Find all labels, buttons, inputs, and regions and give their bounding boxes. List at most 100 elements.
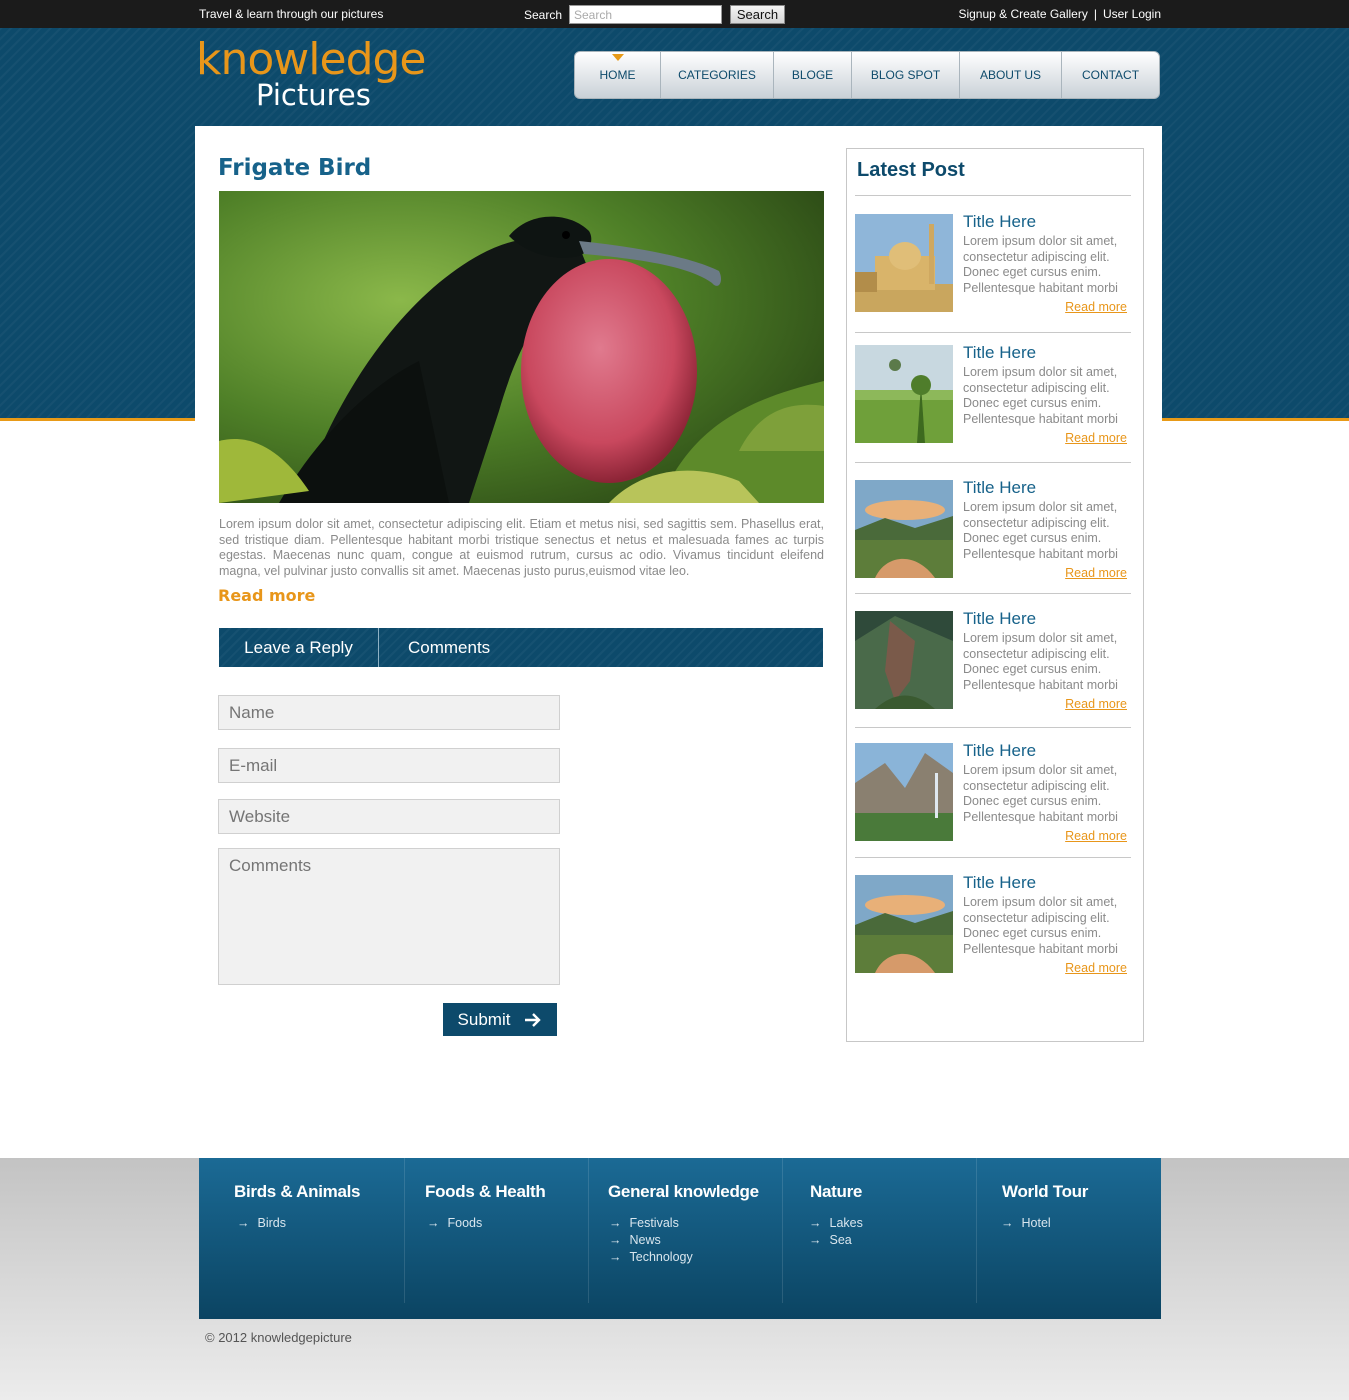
arrow-right-icon: → [609, 1233, 622, 1247]
nav-label: HOME [599, 68, 636, 82]
mountain-thumbnail [855, 611, 953, 709]
arrow-right-icon: → [809, 1216, 822, 1230]
divider [855, 727, 1131, 728]
search-button[interactable]: Search [730, 5, 785, 24]
site-logo[interactable]: knowledge Pictures [196, 34, 426, 111]
tab-leave-a-reply[interactable]: Leave a Reply [219, 628, 379, 667]
latest-post-item: Title Here Lorem ipsum dolor sit amet, c… [855, 212, 1131, 324]
post-read-more-link[interactable]: Read more [218, 586, 315, 605]
post-item-read-more[interactable]: Read more [1065, 961, 1127, 975]
login-link[interactable]: User Login [1103, 7, 1161, 21]
arrow-right-icon [525, 1012, 542, 1027]
post-thumbnail-mountain[interactable] [855, 611, 953, 709]
nav-item-contact[interactable]: CONTACT [1062, 52, 1159, 98]
divider [855, 195, 1131, 196]
latest-post-item: Title Here Lorem ipsum dolor sit amet, c… [855, 609, 1131, 721]
nav-item-blog-spot[interactable]: BLOG SPOT [852, 52, 960, 98]
search-input[interactable] [569, 5, 722, 24]
footer-column-title: World Tour [1002, 1182, 1089, 1201]
lake-sunset-thumbnail [855, 875, 953, 973]
nav-item-home[interactable]: HOME [575, 52, 661, 98]
post-item-title[interactable]: Title Here [963, 212, 1036, 232]
footer-link[interactable]: → News [609, 1232, 693, 1249]
nav-item-about-us[interactable]: ABOUT US [960, 52, 1062, 98]
user-links: Signup & Create Gallery | User Login [958, 7, 1161, 21]
email-field[interactable] [218, 748, 560, 783]
nav-item-bloge[interactable]: BLOGE [774, 52, 852, 98]
latest-post-item: Title Here Lorem ipsum dolor sit amet, c… [855, 741, 1131, 853]
footer-link[interactable]: → Sea [809, 1232, 863, 1249]
arrow-right-icon: → [609, 1216, 622, 1230]
post-item-read-more[interactable]: Read more [1065, 431, 1127, 445]
nav-label: CONTACT [1081, 68, 1140, 82]
main-nav: HOME CATEGORIES BLOGE BLOG SPOT ABOUT US… [574, 51, 1160, 99]
post-thumbnail-field[interactable] [855, 345, 953, 443]
footer-link-list: → Birds [237, 1215, 286, 1232]
latest-post-item: Title Here Lorem ipsum dolor sit amet, c… [855, 343, 1131, 455]
arrow-right-icon: → [427, 1216, 440, 1230]
footer-link-list: → Festivals → News → Technology [609, 1215, 693, 1266]
post-item-text: Lorem ipsum dolor sit amet, consectetur … [963, 631, 1118, 692]
footer-link[interactable]: → Festivals [609, 1215, 693, 1232]
user-links-separator: | [1093, 7, 1097, 21]
website-field[interactable] [218, 799, 560, 834]
footer-link[interactable]: → Lakes [809, 1215, 863, 1232]
post-thumbnail-mosque[interactable] [855, 214, 953, 312]
footer-link-list: → Foods [427, 1215, 482, 1232]
footer-link[interactable]: → Hotel [1001, 1215, 1051, 1232]
nav-label: ABOUT US [979, 68, 1042, 82]
latest-post-item: Title Here Lorem ipsum dolor sit amet, c… [855, 478, 1131, 590]
comments-field[interactable] [218, 848, 560, 985]
post-item-title[interactable]: Title Here [963, 873, 1036, 893]
latest-post-sidebar: Latest Post Title Here Lorem ipsum dolor… [846, 148, 1144, 1042]
signup-link[interactable]: Signup & Create Gallery [958, 7, 1087, 21]
footer-link-list: → Hotel [1001, 1215, 1051, 1232]
post-item-text: Lorem ipsum dolor sit amet, consectetur … [963, 763, 1118, 824]
post-title: Frigate Bird [218, 155, 372, 181]
name-field[interactable] [218, 695, 560, 730]
nav-label: CATEGORIES [678, 68, 756, 82]
post-thumbnail-valley[interactable] [855, 743, 953, 841]
post-item-text: Lorem ipsum dolor sit amet, consectetur … [963, 234, 1118, 295]
footer-link[interactable]: → Technology [609, 1249, 693, 1266]
active-marker-icon [611, 54, 624, 61]
footer-link[interactable]: → Birds [237, 1215, 286, 1232]
submit-button[interactable]: Submit [443, 1003, 557, 1036]
divider [855, 857, 1131, 858]
post-body: Lorem ipsum dolor sit amet, consectetur … [219, 517, 824, 579]
copyright: © 2012 knowledgepicture [205, 1330, 352, 1345]
footer-link-list: → Lakes → Sea [809, 1215, 863, 1249]
post-item-read-more[interactable]: Read more [1065, 697, 1127, 711]
footer-column-title: Birds & Animals [234, 1182, 361, 1201]
footer-column-title: General knowledge [608, 1182, 759, 1201]
post-item-title[interactable]: Title Here [963, 609, 1036, 629]
post-item-read-more[interactable]: Read more [1065, 300, 1127, 314]
footer-link[interactable]: → Foods [427, 1215, 482, 1232]
footer-column: World Tour → Hotel [977, 1158, 1161, 1303]
latest-post-item: Title Here Lorem ipsum dolor sit amet, c… [855, 873, 1131, 985]
post-thumbnail-lake-sunset[interactable] [855, 480, 953, 578]
site-tagline: Travel & learn through our pictures [199, 7, 384, 21]
submit-label: Submit [457, 1009, 511, 1029]
footer-column-title: Nature [810, 1182, 863, 1201]
post-thumbnail-lake-sunset-2[interactable] [855, 875, 953, 973]
tab-comments[interactable]: Comments [379, 628, 490, 667]
post-image-frigate-bird [219, 191, 824, 503]
logo-word-pictures: Pictures [256, 78, 371, 112]
sidebar-title: Latest Post [857, 159, 965, 181]
logo-word-knowledge: knowledge [196, 34, 426, 85]
divider [855, 462, 1131, 463]
footer-column-title: Foods & Health [425, 1182, 546, 1201]
field-thumbnail [855, 345, 953, 443]
post-item-text: Lorem ipsum dolor sit amet, consectetur … [963, 895, 1118, 956]
post-item-title[interactable]: Title Here [963, 741, 1036, 761]
post-item-read-more[interactable]: Read more [1065, 829, 1127, 843]
arrow-right-icon: → [237, 1216, 250, 1230]
post-item-title[interactable]: Title Here [963, 478, 1036, 498]
post-item-title[interactable]: Title Here [963, 343, 1036, 363]
search-label: Search [524, 8, 563, 22]
valley-thumbnail [855, 743, 953, 841]
post-item-read-more[interactable]: Read more [1065, 566, 1127, 580]
mosque-thumbnail [855, 214, 953, 312]
nav-item-categories[interactable]: CATEGORIES [661, 52, 774, 98]
